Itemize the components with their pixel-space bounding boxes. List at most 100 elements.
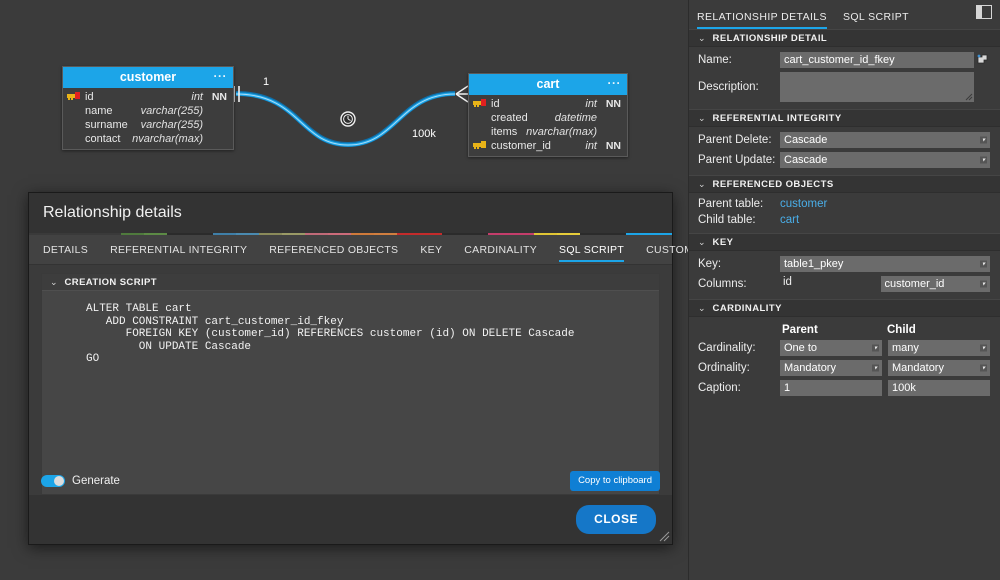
chevron-down-icon[interactable]: ▾ [980, 364, 987, 372]
generate-row: Generate Copy to clipboard [41, 467, 660, 495]
creation-script-panel: ⌄ CREATION SCRIPT ALTER TABLE cart ADD C… [41, 273, 660, 495]
tab-referenced-objects[interactable]: REFERENCED OBJECTS [269, 236, 398, 263]
name-input[interactable]: cart_customer_id_fkey [780, 52, 974, 68]
child-table-label: Child table: [698, 214, 756, 226]
chevron-down-icon[interactable]: ⌄ [50, 277, 58, 288]
er-table-cart-columns: id int NN created datetime items nvarcha… [469, 95, 627, 156]
description-label: Description: [698, 81, 759, 93]
chevron-down-icon[interactable]: ▾ [980, 136, 987, 144]
section-referenced-objects[interactable]: ⌄ REFERENCED OBJECTS [689, 175, 1000, 193]
columns-parent-value: id [783, 276, 792, 288]
er-table-cart[interactable]: cart ··· id int NN created datetime item… [468, 73, 628, 157]
er-column-name: customer_id [491, 140, 551, 152]
er-column-name: id [85, 91, 94, 103]
textarea-resize-icon[interactable] [965, 93, 973, 101]
table-menu-icon[interactable]: ··· [214, 69, 228, 83]
table-menu-icon[interactable]: ··· [608, 76, 622, 90]
columns-child-value: customer_id [884, 278, 945, 290]
chevron-down-icon[interactable]: ▾ [980, 344, 987, 352]
ordinality-pair: Mandatory ▾ Mandatory ▾ [780, 360, 990, 376]
er-table-customer-header[interactable]: customer ··· [63, 67, 233, 88]
tab-cardinality[interactable]: CARDINALITY [464, 236, 537, 263]
name-row: Name: cart_customer_id_fkey [698, 52, 990, 68]
tab-referential-integrity[interactable]: REFERENTIAL INTEGRITY [110, 236, 247, 263]
er-column-name: surname [85, 119, 128, 131]
chevron-down-icon[interactable]: ▾ [872, 344, 879, 352]
copy-to-clipboard-button[interactable]: Copy to clipboard [570, 471, 660, 491]
parent-table-label: Parent table: [698, 198, 764, 210]
child-table-row: Child table: cart [698, 214, 990, 226]
section-cardinality-label: CARDINALITY [712, 302, 782, 314]
tab-details[interactable]: DETAILS [43, 236, 88, 263]
cardinality-fields: Parent Child Cardinality: One to ▾ many … [689, 317, 1000, 403]
caption-parent-input[interactable]: 1 [780, 380, 882, 396]
chevron-down-icon[interactable]: ▾ [980, 260, 987, 268]
parent-delete-select[interactable]: Cascade ▾ [780, 132, 990, 148]
parent-table-link[interactable]: customer [780, 198, 827, 210]
er-column-type: int [191, 91, 203, 103]
generate-label: Generate [72, 475, 120, 487]
generate-toggle[interactable] [41, 475, 65, 487]
ordinality-child-select[interactable]: Mandatory ▾ [888, 360, 990, 376]
er-column-row[interactable]: id int NN [63, 90, 233, 104]
er-column-row[interactable]: items nvarchar(max) [469, 125, 627, 139]
er-column-row[interactable]: id int NN [469, 97, 627, 111]
ordinality-parent-select[interactable]: Mandatory ▾ [780, 360, 882, 376]
section-relationship-detail[interactable]: ⌄ RELATIONSHIP DETAIL [689, 29, 1000, 47]
chevron-down-icon[interactable]: ⌄ [698, 237, 706, 248]
relationship-details-dialog[interactable]: Relationship details DETAILS REFERENTIAL… [28, 192, 728, 545]
cardinality-child-select[interactable]: many ▾ [888, 340, 990, 356]
er-table-customer-columns: id int NN name varchar(255) surname varc… [63, 88, 233, 149]
dialog-body: ⌄ CREATION SCRIPT ALTER TABLE cart ADD C… [29, 265, 672, 495]
er-column-row[interactable]: customer_id int NN [469, 139, 627, 153]
chevron-down-icon[interactable]: ⌄ [698, 303, 706, 314]
connector-parent-caption: 1 [263, 76, 270, 88]
parent-delete-row: Parent Delete: Cascade ▾ [698, 132, 990, 148]
section-referential-integrity[interactable]: ⌄ REFERENTIAL INTEGRITY [689, 109, 1000, 127]
er-table-customer[interactable]: customer ··· id int NN name varchar(255) [62, 66, 234, 150]
columns-child-select[interactable]: customer_id ▾ [880, 276, 990, 292]
dialog-title-bar[interactable]: Relationship details [29, 193, 672, 233]
er-column-row[interactable]: contact nvarchar(max) [63, 132, 233, 146]
section-cardinality[interactable]: ⌄ CARDINALITY [689, 299, 1000, 317]
inspector-tab-sql-script[interactable]: SQL SCRIPT [843, 11, 909, 29]
chevron-down-icon[interactable]: ▾ [980, 280, 987, 288]
caption-pair: 1 100k [780, 380, 990, 396]
inspector-tabs[interactable]: RELATIONSHIP DETAILS SQL SCRIPT [689, 0, 1000, 29]
sql-script-text[interactable]: ALTER TABLE cart ADD CONSTRAINT cart_cus… [42, 291, 659, 366]
chevron-down-icon[interactable]: ⌄ [698, 113, 706, 124]
parent-update-value: Cascade [784, 154, 828, 166]
er-column-row[interactable]: name varchar(255) [63, 104, 233, 118]
parent-update-select[interactable]: Cascade ▾ [780, 152, 990, 168]
creation-script-section-header[interactable]: ⌄ CREATION SCRIPT [42, 274, 659, 291]
dialog-tabs[interactable]: DETAILS REFERENTIAL INTEGRITY REFERENCED… [29, 235, 728, 265]
pick-name-icon[interactable] [974, 54, 990, 66]
chevron-down-icon[interactable]: ▾ [980, 156, 987, 164]
tab-sql-script[interactable]: SQL SCRIPT [559, 236, 625, 263]
inspector-panel: RELATIONSHIP DETAILS SQL SCRIPT ⌄ RELATI… [688, 0, 1000, 580]
dialog-footer: CLOSE [29, 495, 672, 544]
er-column-row[interactable]: surname varchar(255) [63, 118, 233, 132]
resize-handle-icon[interactable] [659, 531, 670, 542]
tab-key[interactable]: KEY [420, 236, 442, 263]
close-button[interactable]: CLOSE [576, 505, 656, 534]
key-select[interactable]: table1_pkey ▾ [780, 256, 990, 272]
inspector-tab-relationship-details[interactable]: RELATIONSHIP DETAILS [697, 11, 827, 29]
description-input[interactable] [780, 72, 974, 102]
child-table-link[interactable]: cart [780, 214, 799, 226]
cardinality-parent-select[interactable]: One to ▾ [780, 340, 882, 356]
section-key[interactable]: ⌄ KEY [689, 233, 1000, 251]
er-table-cart-header[interactable]: cart ··· [469, 74, 627, 95]
chevron-down-icon[interactable]: ⌄ [698, 33, 706, 44]
creation-script-label: CREATION SCRIPT [64, 276, 157, 288]
er-column-notnull: NN [605, 98, 621, 110]
caption-label: Caption: [698, 382, 741, 394]
er-column-row[interactable]: created datetime [469, 111, 627, 125]
panel-layout-icon[interactable] [976, 5, 992, 19]
sql-script-area[interactable]: ALTER TABLE cart ADD CONSTRAINT cart_cus… [42, 291, 659, 494]
page-title: Relationship details [43, 204, 182, 221]
chevron-down-icon[interactable]: ▾ [872, 364, 879, 372]
caption-child-input[interactable]: 100k [888, 380, 990, 396]
chevron-down-icon[interactable]: ⌄ [698, 179, 706, 190]
parent-update-row: Parent Update: Cascade ▾ [698, 152, 990, 168]
